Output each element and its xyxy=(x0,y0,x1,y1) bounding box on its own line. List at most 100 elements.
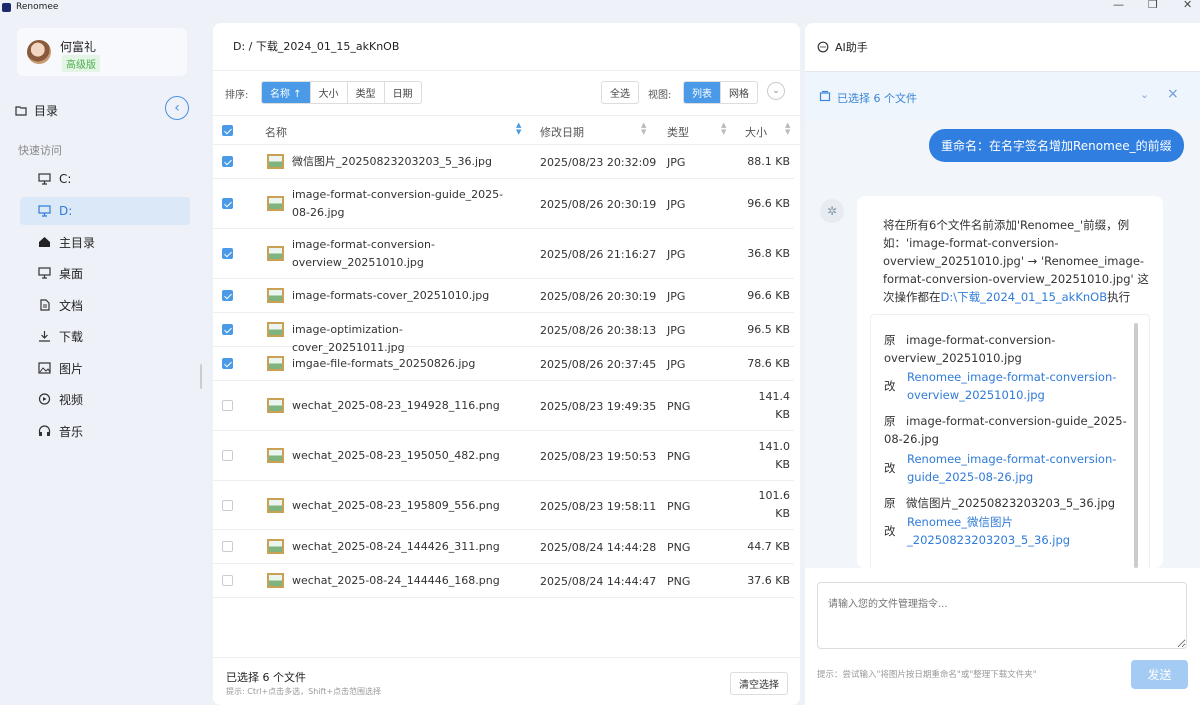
table-row[interactable]: image-format-conversion-overview_2025101… xyxy=(213,229,794,279)
row-checkbox[interactable] xyxy=(222,541,233,552)
table-row[interactable]: wechat_2025-08-23_195809_556.png 2025/08… xyxy=(213,481,794,530)
row-checkbox[interactable] xyxy=(222,324,233,335)
column-date[interactable]: 修改日期 xyxy=(540,124,584,140)
close-icon[interactable]: × xyxy=(1167,86,1179,102)
close-icon[interactable]: ✕ xyxy=(1183,0,1192,11)
table-row[interactable]: imgae-file-formats_20250826.jpg 2025/08/… xyxy=(213,347,794,381)
image-icon xyxy=(38,362,51,374)
sidebar-item-label: 视频 xyxy=(59,392,84,407)
sidebar-resize-handle[interactable] xyxy=(200,364,202,389)
more-options-button[interactable]: ⌄ xyxy=(767,82,785,100)
row-checkbox[interactable] xyxy=(222,500,233,511)
original-filename: image-format-conversion-overview_2025101… xyxy=(884,333,1056,365)
image-file-icon xyxy=(267,498,284,513)
file-name: wechat_2025-08-23_195809_556.png xyxy=(292,499,500,512)
minimize-icon[interactable]: — xyxy=(1113,0,1124,11)
view-label: 视图: xyxy=(648,90,672,101)
selected-count: 已选择 6 个文件 xyxy=(226,671,306,684)
sidebar-item-videos[interactable]: 视频 xyxy=(20,385,190,413)
ai-panel-title: AI助手 xyxy=(835,41,868,54)
new-label: 改 xyxy=(884,379,896,393)
file-name: wechat_2025-08-23_194928_116.png xyxy=(292,399,500,412)
rename-new: 改 Renomee_image-format-conversion-guide_… xyxy=(884,450,1129,486)
sort-arrows-icon: ▲ ▼ xyxy=(641,121,647,136)
chevron-down-icon[interactable]: ⌄ xyxy=(1140,88,1149,101)
app-title: Renomee xyxy=(16,2,59,12)
sort-arrows-icon: ▲ ▼ xyxy=(721,121,727,136)
file-size: 96.5 KB xyxy=(747,323,790,336)
view-options: 列表 网格 xyxy=(683,81,758,104)
row-checkbox[interactable] xyxy=(222,248,233,259)
file-browser-panel: D: / 下载_2024_01_15_akKnOB 排序: 名称 ↑ 大小 类型… xyxy=(213,23,800,705)
sidebar-item-documents[interactable]: 文档 xyxy=(20,291,190,319)
sidebar-item-music[interactable]: 音乐 xyxy=(20,417,190,445)
table-row[interactable]: wechat_2025-08-24_144426_311.png 2025/08… xyxy=(213,530,794,564)
image-file-icon xyxy=(267,356,284,371)
sort-by-date-button[interactable]: 日期 xyxy=(385,82,421,103)
app-logo-icon xyxy=(2,2,11,12)
column-type[interactable]: 类型 xyxy=(667,124,689,140)
rename-original: 原 image-format-conversion-overview_20251… xyxy=(884,331,1129,367)
sort-by-type-button[interactable]: 类型 xyxy=(348,82,385,103)
sort-by-size-button[interactable]: 大小 xyxy=(311,82,348,103)
image-file-icon xyxy=(267,154,284,169)
row-checkbox[interactable] xyxy=(222,290,233,301)
file-type: JPG xyxy=(667,156,686,169)
collapse-sidebar-button[interactable]: ‹ xyxy=(165,96,189,120)
clear-selection-button[interactable]: 清空选择 xyxy=(730,672,788,695)
selection-hint: 提示: Ctrl+点击多选，Shift+点击范围选择 xyxy=(226,687,382,696)
user-card[interactable]: 何富礼 高级版 xyxy=(17,28,187,76)
new-filename: Renomee_image-format-conversion-guide_20… xyxy=(907,452,1117,484)
row-checkbox[interactable] xyxy=(222,198,233,209)
select-all-checkbox[interactable] xyxy=(222,125,233,136)
table-row[interactable]: 微信图片_20250823203203_5_36.jpg 2025/08/23 … xyxy=(213,145,794,179)
grid-view-button[interactable]: 网格 xyxy=(721,82,757,103)
row-checkbox[interactable] xyxy=(222,156,233,167)
directory-header: 目录 xyxy=(15,102,58,119)
maximize-icon[interactable]: ❐ xyxy=(1148,0,1158,11)
breadcrumb: D: / 下载_2024_01_15_akKnOB xyxy=(233,40,400,53)
row-checkbox[interactable] xyxy=(222,400,233,411)
file-date: 2025/08/26 21:16:27 xyxy=(540,248,657,261)
selection-footer: 已选择 6 个文件 提示: Ctrl+点击多选，Shift+点击范围选择 清空选… xyxy=(213,657,800,705)
send-button[interactable]: 发送 xyxy=(1131,660,1188,689)
sidebar-item-downloads[interactable]: 下载 xyxy=(20,322,190,350)
files-icon xyxy=(819,90,831,102)
select-all-button[interactable]: 全选 xyxy=(601,81,639,104)
file-size: 78.6 KB xyxy=(747,357,790,370)
sidebar-item-home[interactable]: 主目录 xyxy=(20,228,190,256)
file-date: 2025/08/26 20:38:13 xyxy=(540,324,657,337)
sort-label: 排序: xyxy=(225,90,249,101)
new-label: 改 xyxy=(884,461,896,475)
table-row[interactable]: image-format-conversion-guide_2025-08-26… xyxy=(213,179,794,229)
table-row[interactable]: image-formats-cover_20251010.jpg 2025/08… xyxy=(213,279,794,313)
sidebar-item-label: 图片 xyxy=(59,361,84,376)
row-checkbox[interactable] xyxy=(222,358,233,369)
file-name: wechat_2025-08-24_144446_168.png xyxy=(292,574,500,587)
sidebar-item-pictures[interactable]: 图片 xyxy=(20,354,190,382)
table-row[interactable]: wechat_2025-08-23_195050_482.png 2025/08… xyxy=(213,431,794,481)
sort-by-name-button[interactable]: 名称 ↑ xyxy=(262,82,311,103)
sidebar-item-desktop[interactable]: 桌面 xyxy=(20,259,190,287)
column-name[interactable]: 名称 xyxy=(265,124,287,140)
file-type: JPG xyxy=(667,358,686,371)
table-row[interactable]: wechat_2025-08-24_144446_168.png 2025/08… xyxy=(213,564,794,598)
avatar xyxy=(27,40,51,64)
column-size[interactable]: 大小 xyxy=(745,124,767,140)
file-size: 96.6 KB xyxy=(747,289,790,302)
directory-label: 目录 xyxy=(34,104,59,118)
table-row[interactable]: image-optimization-cover_20251011.jpg 20… xyxy=(213,313,794,354)
command-input[interactable] xyxy=(817,582,1187,649)
monitor-icon xyxy=(38,173,51,185)
ai-reply-suffix: 执行 xyxy=(1107,290,1131,304)
row-checkbox[interactable] xyxy=(222,450,233,461)
sidebar-item-label: 主目录 xyxy=(59,235,96,250)
file-type: JPG xyxy=(667,248,686,261)
folder-path-link[interactable]: D:\下载_2024_01_15_akKnOB xyxy=(941,290,1108,304)
table-row[interactable]: wechat_2025-08-23_194928_116.png 2025/08… xyxy=(213,381,794,431)
list-view-button[interactable]: 列表 xyxy=(684,82,721,103)
sidebar-item-c[interactable]: C: xyxy=(20,165,190,193)
preview-scrollbar[interactable] xyxy=(1134,323,1138,568)
sidebar-item-d[interactable]: D: xyxy=(20,197,190,225)
row-checkbox[interactable] xyxy=(222,575,233,586)
